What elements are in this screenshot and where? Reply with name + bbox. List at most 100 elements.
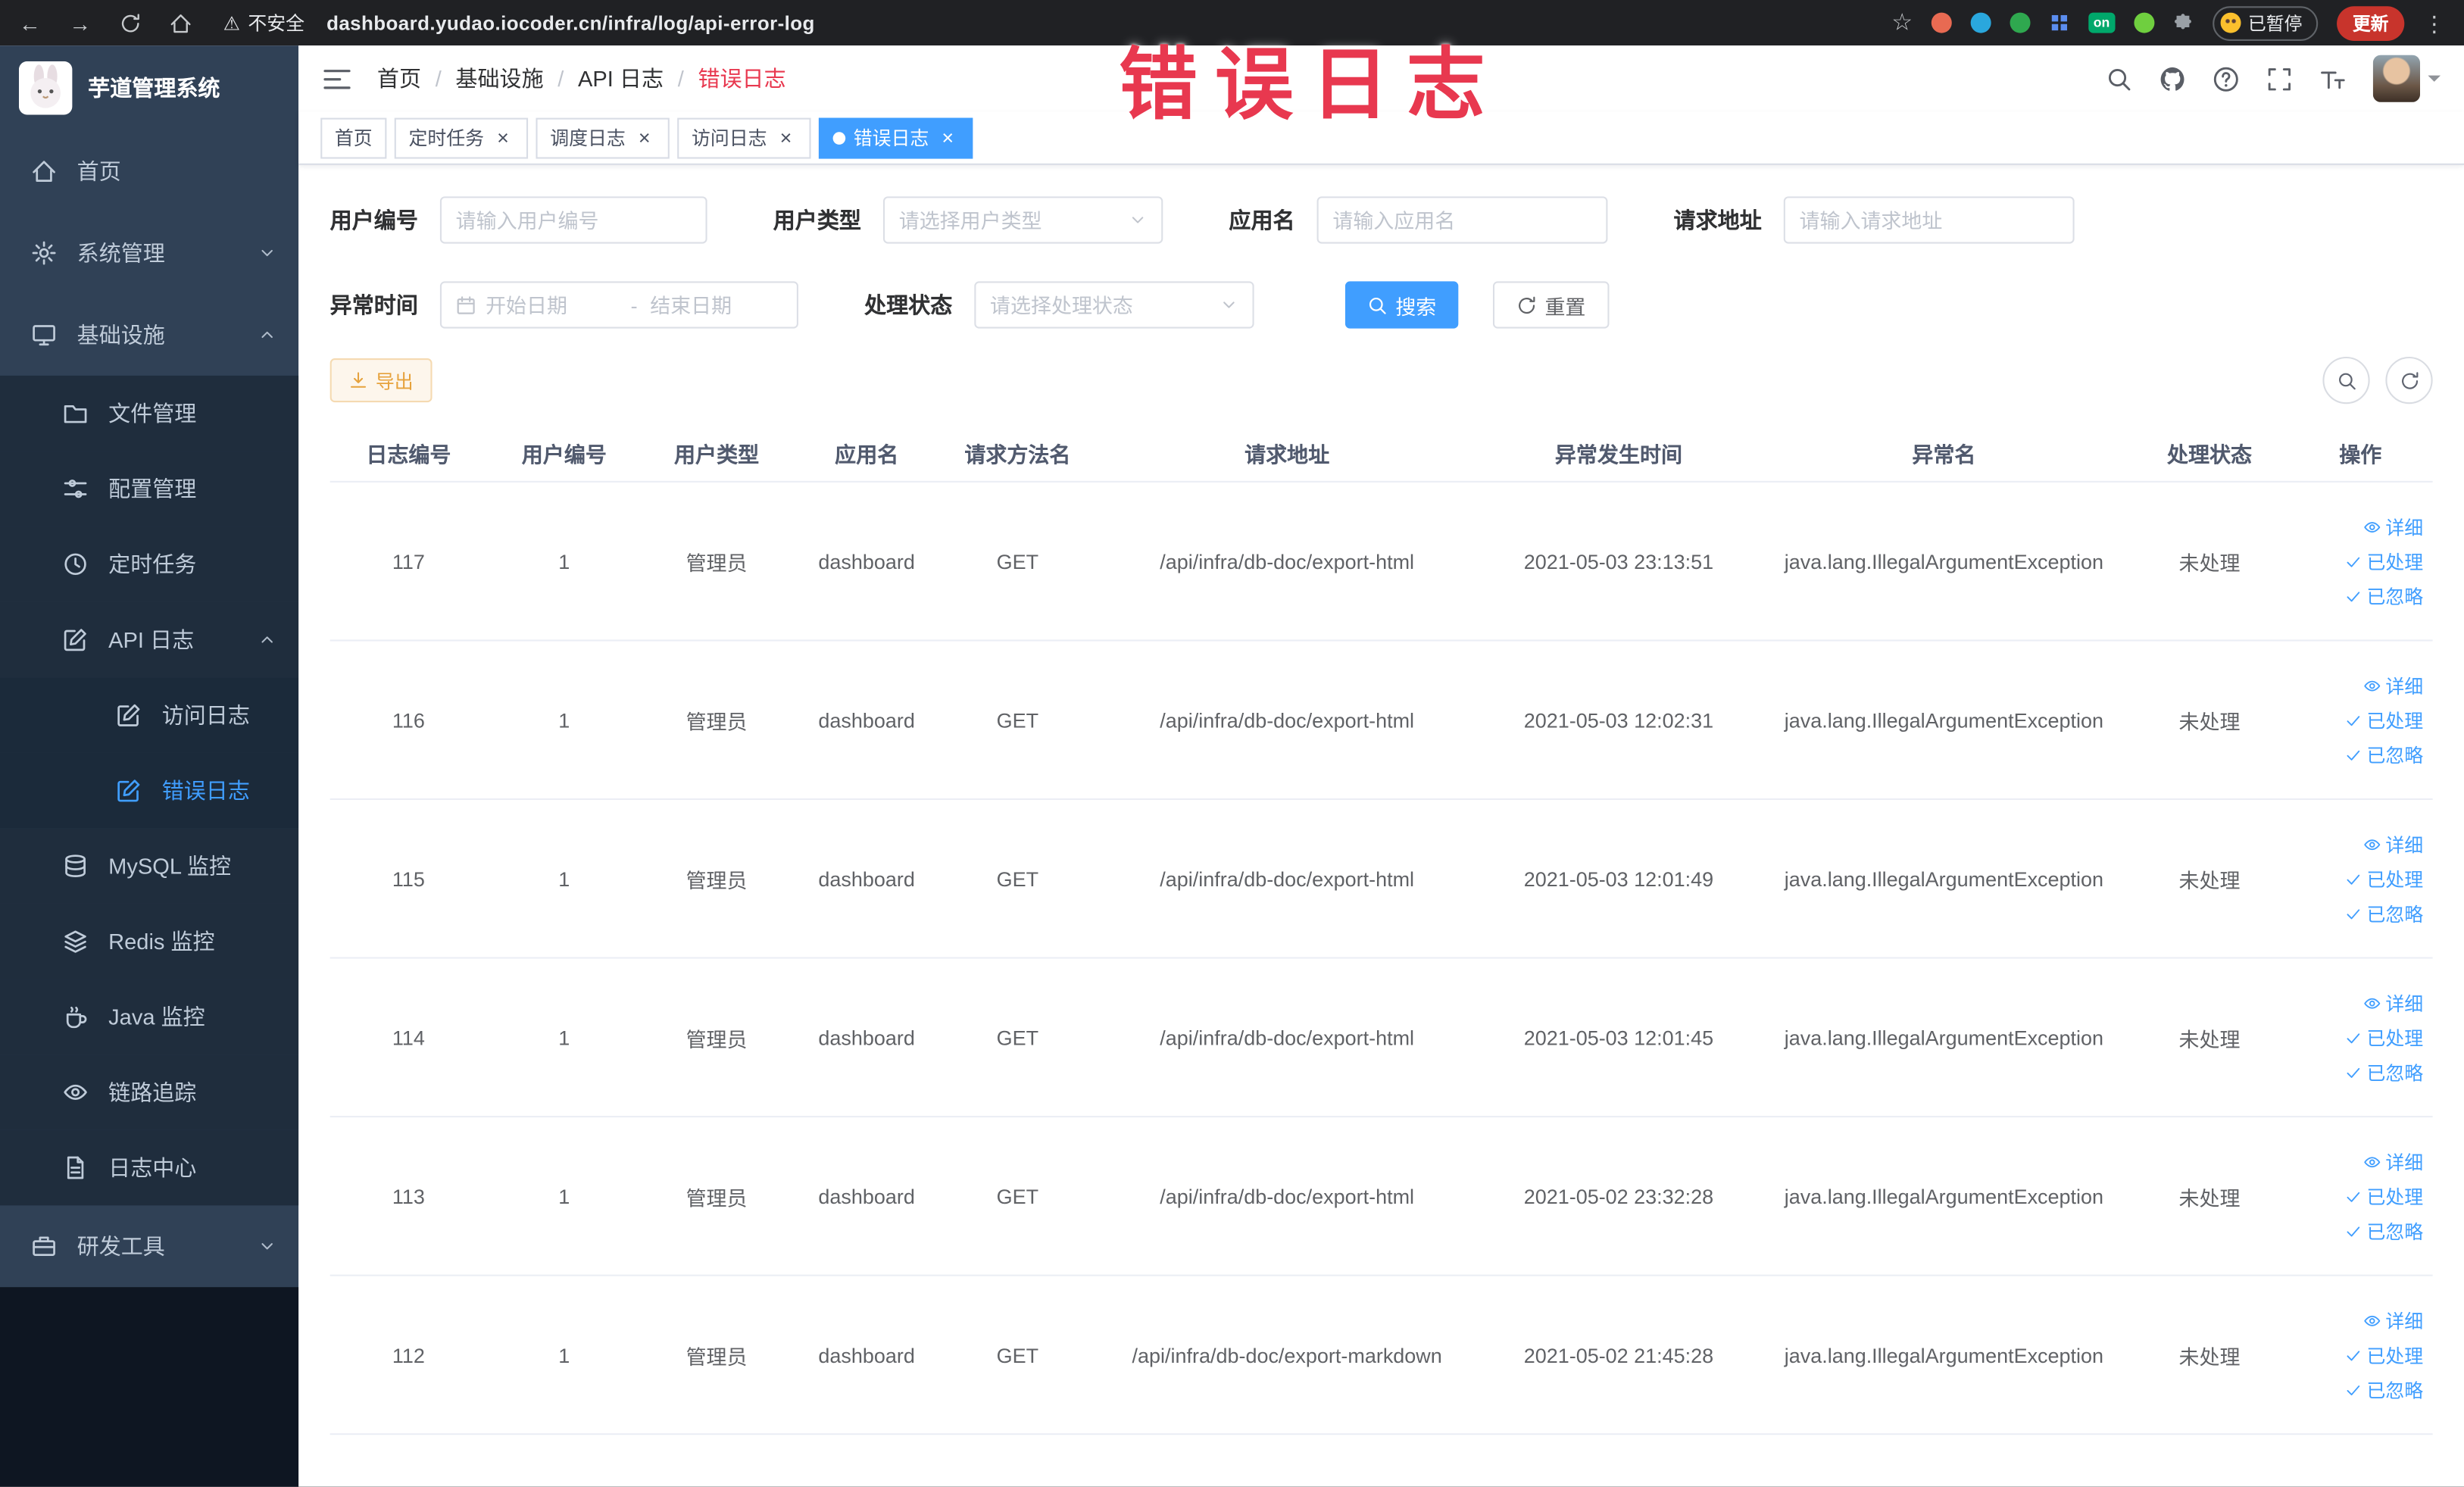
tab-scheduled-tasks[interactable]: 定时任务 × bbox=[394, 117, 529, 158]
back-icon[interactable]: ← bbox=[19, 12, 41, 34]
toggle-search-button[interactable] bbox=[2322, 356, 2370, 405]
cell-exception-time: 2021-05-03 23:13:51 bbox=[1523, 549, 1714, 573]
close-icon[interactable]: × bbox=[775, 127, 797, 148]
ignored-link[interactable]: 已忽略 bbox=[2344, 1376, 2423, 1402]
extension-icon-orange[interactable] bbox=[1932, 12, 1953, 33]
extension-icon-blue-drop[interactable] bbox=[1970, 12, 1991, 33]
check-icon bbox=[2344, 1064, 2362, 1081]
start-date-input[interactable] bbox=[486, 292, 619, 317]
ignored-link[interactable]: 已忽略 bbox=[2344, 900, 2423, 926]
url-bar[interactable]: dashboard.yudao.iocoder.cn/infra/log/api… bbox=[326, 12, 815, 34]
extension-icon-grid[interactable] bbox=[2050, 13, 2070, 33]
security-indicator[interactable]: ⚠ 不安全 bbox=[223, 9, 304, 36]
sidebar-item-file-management[interactable]: 文件管理 bbox=[0, 375, 299, 451]
tab-schedule-logs[interactable]: 调度日志 × bbox=[536, 117, 670, 158]
app-title: 芋道管理系统 bbox=[88, 75, 220, 101]
cell-method: GET bbox=[996, 1184, 1039, 1208]
processed-link[interactable]: 已处理 bbox=[2344, 1024, 2423, 1051]
sidebar-item-mysql-monitor[interactable]: MySQL 监控 bbox=[0, 828, 299, 904]
sidebar-item-redis-monitor[interactable]: Redis 监控 bbox=[0, 903, 299, 979]
chevron-down-icon bbox=[1220, 295, 1238, 314]
app-name-input[interactable] bbox=[1332, 208, 1592, 233]
sidebar-toggle-icon[interactable] bbox=[322, 64, 351, 93]
ignored-link[interactable]: 已忽略 bbox=[2344, 1058, 2423, 1085]
fullscreen-icon[interactable] bbox=[2266, 65, 2293, 92]
process-status-input[interactable] bbox=[990, 292, 1210, 317]
extension-icon-green[interactable] bbox=[2010, 12, 2031, 33]
extensions-puzzle-icon[interactable] bbox=[2172, 13, 2193, 33]
processed-link[interactable]: 已处理 bbox=[2344, 865, 2423, 892]
cell-actions: 详细 已处理 已忽略 bbox=[2288, 483, 2433, 639]
user-id-field bbox=[439, 196, 707, 244]
sidebar-item-log-center[interactable]: 日志中心 bbox=[0, 1129, 299, 1206]
breadcrumb-api-logs[interactable]: API 日志 bbox=[578, 63, 664, 94]
user-id-input[interactable] bbox=[455, 208, 692, 233]
home-icon[interactable] bbox=[170, 12, 192, 34]
sidebar-item-infrastructure[interactable]: 基础设施 bbox=[0, 294, 298, 376]
sidebar-item-config-management[interactable]: 配置管理 bbox=[0, 451, 299, 527]
user-type-select[interactable] bbox=[882, 196, 1163, 244]
cell-log-id: 112 bbox=[392, 1342, 425, 1367]
sidebar-item-access-logs[interactable]: 访问日志 bbox=[0, 677, 299, 753]
processed-link[interactable]: 已处理 bbox=[2344, 1342, 2423, 1368]
logo-image bbox=[18, 61, 73, 115]
update-button[interactable]: 更新 bbox=[2337, 5, 2405, 40]
ignored-link[interactable]: 已忽略 bbox=[2344, 741, 2423, 767]
sidebar-item-scheduled-tasks[interactable]: 定时任务 bbox=[0, 526, 299, 602]
refresh-table-button[interactable] bbox=[2385, 356, 2433, 405]
github-icon[interactable] bbox=[2160, 65, 2186, 92]
table-row: 115 1 管理员 dashboard GET /api/infra/db-do… bbox=[329, 800, 2433, 959]
sidebar-item-system-management[interactable]: 系统管理 bbox=[0, 212, 298, 294]
tab-access-logs[interactable]: 访问日志 × bbox=[677, 117, 811, 158]
close-icon[interactable]: × bbox=[492, 127, 514, 148]
tab-home[interactable]: 首页 bbox=[320, 117, 387, 158]
ignored-link[interactable]: 已忽略 bbox=[2344, 1217, 2423, 1244]
request-url-input[interactable] bbox=[1799, 208, 2059, 233]
ignored-link[interactable]: 已忽略 bbox=[2344, 583, 2423, 609]
reload-icon[interactable] bbox=[120, 12, 142, 34]
clock-icon bbox=[63, 551, 88, 576]
export-button[interactable]: 导出 bbox=[329, 358, 433, 403]
sidebar-item-api-logs[interactable]: API 日志 bbox=[0, 601, 299, 678]
cell-user-id: 1 bbox=[558, 1342, 570, 1367]
forward-icon[interactable]: → bbox=[69, 12, 91, 34]
end-date-input[interactable] bbox=[650, 292, 783, 317]
detail-link[interactable]: 详细 bbox=[2363, 830, 2423, 857]
detail-link[interactable]: 详细 bbox=[2363, 672, 2423, 698]
sidebar-item-home[interactable]: 首页 bbox=[0, 130, 298, 212]
paused-extension-chip[interactable]: 已暂停 bbox=[2212, 5, 2319, 40]
column-header-exception-time: 异常发生时间 bbox=[1554, 442, 1682, 467]
reset-button[interactable]: 重置 bbox=[1492, 281, 1610, 329]
extension-icon-leaf[interactable] bbox=[2133, 12, 2154, 33]
breadcrumb-home[interactable]: 首页 bbox=[377, 63, 421, 94]
processed-link[interactable]: 已处理 bbox=[2344, 548, 2423, 574]
process-status-select[interactable] bbox=[974, 281, 1254, 329]
search-button[interactable]: 搜索 bbox=[1344, 281, 1459, 329]
detail-link[interactable]: 详细 bbox=[2363, 1307, 2423, 1333]
sidebar-item-link-tracing[interactable]: 链路追踪 bbox=[0, 1054, 299, 1130]
date-range-picker[interactable]: - bbox=[439, 281, 798, 329]
breadcrumb-infrastructure[interactable]: 基础设施 bbox=[455, 63, 543, 94]
sidebar-item-dev-tools[interactable]: 研发工具 bbox=[0, 1205, 298, 1287]
sidebar-item-java-monitor[interactable]: Java 监控 bbox=[0, 979, 299, 1055]
processed-link[interactable]: 已处理 bbox=[2344, 707, 2423, 733]
cell-method: GET bbox=[996, 708, 1039, 732]
user-menu[interactable] bbox=[2372, 55, 2441, 102]
help-icon[interactable] bbox=[2213, 65, 2239, 92]
menu-kebab-icon[interactable]: ⋮ bbox=[2423, 12, 2445, 34]
detail-link[interactable]: 详细 bbox=[2363, 1148, 2423, 1175]
app-logo[interactable]: 芋道管理系统 bbox=[0, 45, 298, 130]
user-type-input[interactable] bbox=[898, 208, 1120, 233]
sidebar-item-error-logs[interactable]: 错误日志 bbox=[0, 752, 299, 829]
layers-icon bbox=[63, 929, 88, 954]
detail-link[interactable]: 详细 bbox=[2363, 513, 2423, 539]
close-icon[interactable]: × bbox=[937, 127, 959, 148]
close-icon[interactable]: × bbox=[633, 127, 655, 148]
detail-link[interactable]: 详细 bbox=[2363, 989, 2423, 1016]
extension-icon-on-badge[interactable]: on bbox=[2088, 13, 2115, 33]
bookmark-star-icon[interactable]: ☆ bbox=[1891, 11, 1913, 35]
search-icon[interactable] bbox=[2106, 65, 2132, 92]
font-size-icon[interactable] bbox=[2319, 65, 2346, 92]
tab-error-logs[interactable]: 错误日志 × bbox=[819, 117, 973, 158]
processed-link[interactable]: 已处理 bbox=[2344, 1182, 2423, 1209]
